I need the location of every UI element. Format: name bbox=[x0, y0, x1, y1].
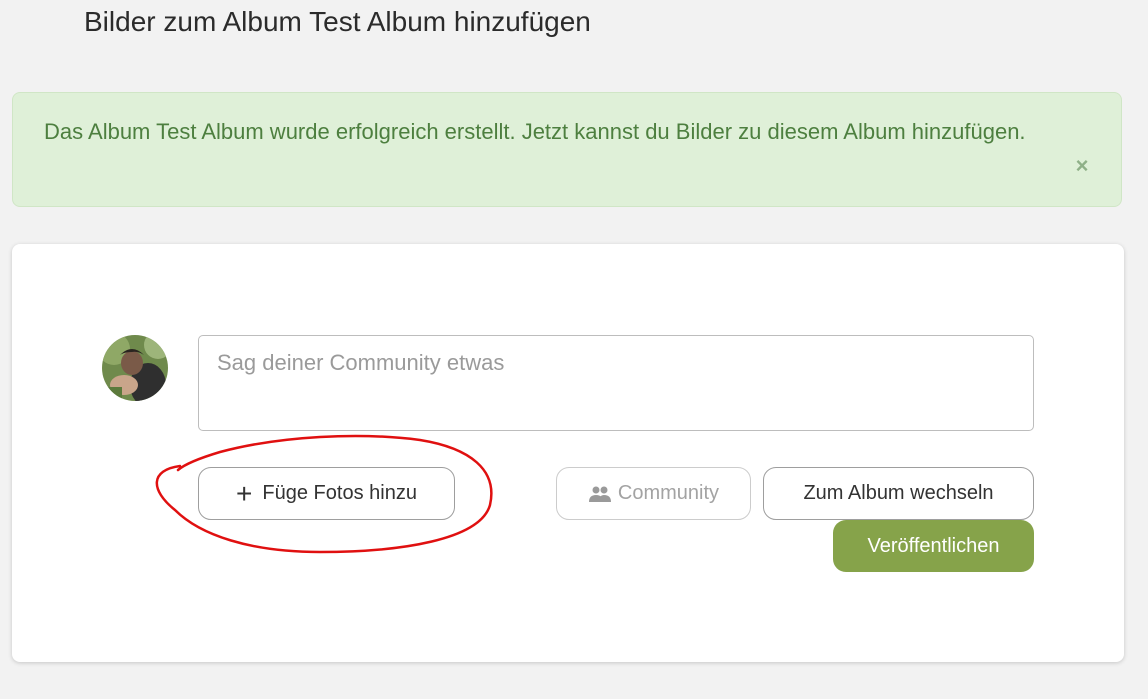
switch-album-label: Zum Album wechseln bbox=[803, 482, 994, 504]
audience-community-button[interactable]: Community bbox=[556, 467, 751, 520]
switch-to-album-button[interactable]: Zum Album wechseln bbox=[763, 467, 1034, 520]
add-photos-button[interactable]: + Füge Fotos hinzu bbox=[198, 467, 455, 520]
avatar[interactable] bbox=[102, 335, 168, 401]
post-composer-card: + Füge Fotos hinzu Community Zum Album w… bbox=[12, 244, 1124, 662]
add-photos-label: Füge Fotos hinzu bbox=[262, 482, 417, 504]
success-alert: Das Album Test Album wurde erfolgreich e… bbox=[12, 92, 1122, 207]
audience-label: Community bbox=[617, 482, 720, 504]
alert-message: Das Album Test Album wurde erfolgreich e… bbox=[44, 119, 1026, 144]
publish-label: Veröffentlichen bbox=[867, 534, 1000, 557]
user-avatar-image bbox=[102, 335, 168, 401]
people-icon bbox=[588, 486, 611, 502]
page-title: Bilder zum Album Test Album hinzufügen bbox=[84, 6, 591, 37]
close-icon[interactable]: × bbox=[1073, 155, 1091, 177]
plus-icon: + bbox=[236, 477, 253, 509]
post-text-input[interactable] bbox=[198, 335, 1034, 431]
publish-button[interactable]: Veröffentlichen bbox=[833, 520, 1034, 572]
